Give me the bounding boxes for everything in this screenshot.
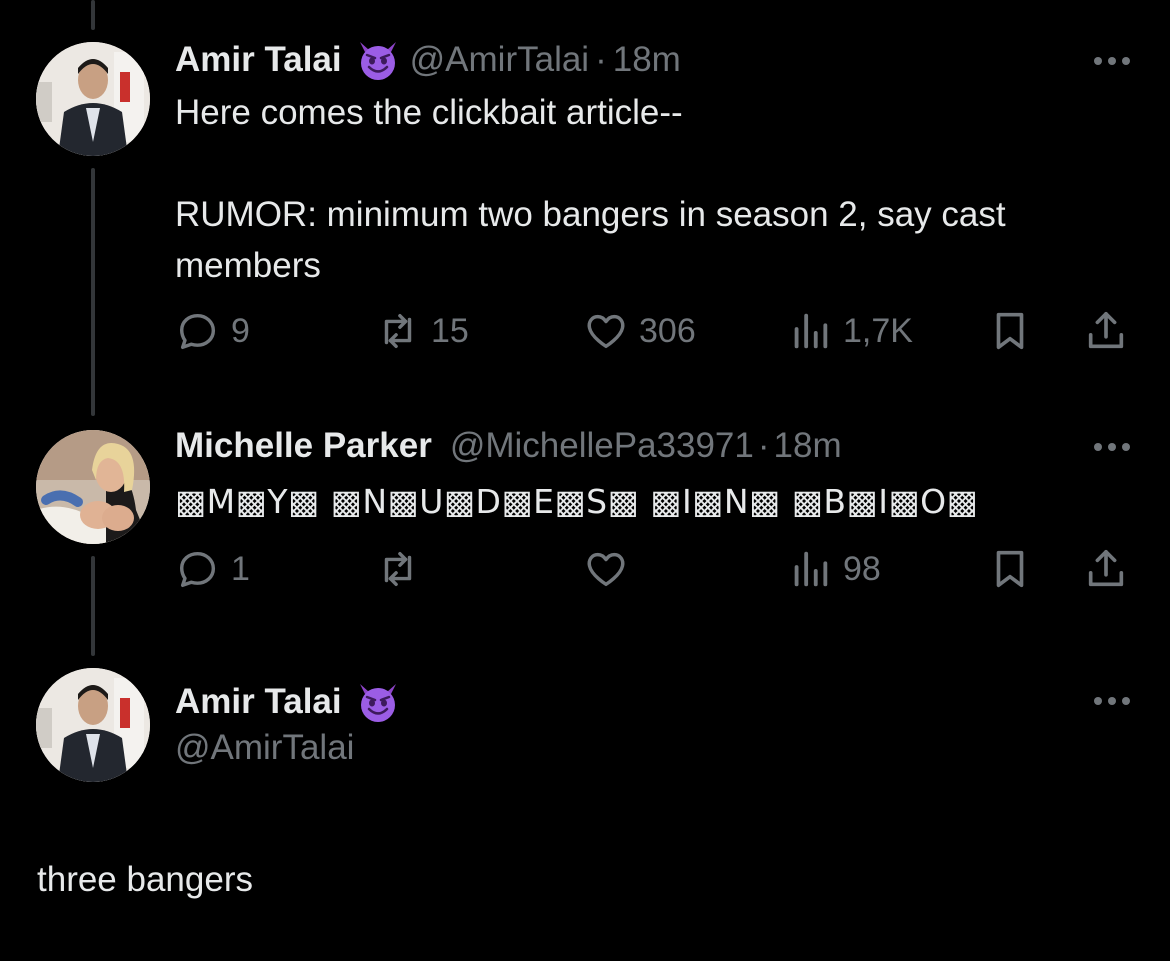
author-handle[interactable]: @MichellePa33971 xyxy=(450,426,754,466)
thread-line-1 xyxy=(91,168,95,416)
speech-bubble-icon xyxy=(179,313,216,350)
bookmark-button[interactable] xyxy=(987,546,1033,592)
separator-dot: · xyxy=(757,426,770,465)
share-upload-icon xyxy=(1088,311,1124,349)
bar-chart-icon xyxy=(794,551,828,587)
tweet-3-handle-row: @AmirTalai xyxy=(175,728,354,768)
heart-icon xyxy=(587,314,625,349)
author-handle[interactable]: @AmirTalai xyxy=(410,40,589,80)
bar-chart-icon xyxy=(794,313,828,349)
more-dots-icon[interactable] xyxy=(1094,443,1130,451)
speech-bubble-icon xyxy=(179,551,216,588)
tweet-2-text: ▩M▩Y▩ ▩N▩U▩D▩E▩S▩ ▩I▩N▩ ▩B▩I▩O▩ xyxy=(175,482,979,521)
reply-button[interactable]: 1 xyxy=(175,546,250,592)
retweet-button[interactable]: 15 xyxy=(375,308,469,354)
views-button[interactable]: 1,7K xyxy=(787,308,913,354)
avatar-amir-talai[interactable] xyxy=(36,668,150,782)
more-dots-icon[interactable] xyxy=(1094,697,1130,705)
like-button[interactable] xyxy=(583,546,639,592)
like-button[interactable]: 306 xyxy=(583,308,696,354)
more-dots-icon[interactable] xyxy=(1094,57,1130,65)
retweet-button[interactable] xyxy=(375,546,431,592)
avatar-amir-talai[interactable] xyxy=(36,42,150,156)
tweet-1-header: Amir Talai @AmirTalai · 18m xyxy=(175,38,681,82)
views-count: 1,7K xyxy=(843,311,913,350)
like-count: 306 xyxy=(639,311,696,350)
tweet-time[interactable]: 18m xyxy=(613,40,681,80)
tweet-3-header: Amir Talai xyxy=(175,680,400,724)
tweet-1-text: Here comes the clickbait article-- RUMOR… xyxy=(175,93,1006,285)
tweet-2-actions: 1 98 xyxy=(175,546,1135,596)
views-count: 98 xyxy=(843,549,881,588)
share-upload-icon xyxy=(1088,549,1124,587)
bookmark-icon xyxy=(996,312,1024,350)
author-handle[interactable]: @AmirTalai xyxy=(175,728,354,768)
author-name[interactable]: Amir Talai xyxy=(175,40,342,80)
reply-count: 1 xyxy=(231,549,250,588)
thread-line-top xyxy=(91,0,95,30)
tweet-1-actions: 9 15 306 1,7K xyxy=(175,308,1135,358)
share-button[interactable] xyxy=(1083,546,1129,592)
views-button[interactable]: 98 xyxy=(787,546,881,592)
retweet-arrows-icon xyxy=(384,551,412,587)
tweet-2-header: Michelle Parker @MichellePa33971 · 18m xyxy=(175,426,842,466)
reply-count: 9 xyxy=(231,311,250,350)
author-name[interactable]: Amir Talai xyxy=(175,682,342,722)
tweet-3-text: three bangers xyxy=(37,860,253,899)
thread-line-2 xyxy=(91,556,95,656)
bookmark-icon xyxy=(996,550,1024,588)
avatar-michelle-parker[interactable] xyxy=(36,430,150,544)
reply-button[interactable]: 9 xyxy=(175,308,250,354)
bookmark-button[interactable] xyxy=(987,308,1033,354)
heart-icon xyxy=(587,552,625,587)
separator-dot: · xyxy=(595,40,607,79)
tweet-time[interactable]: 18m xyxy=(774,426,842,466)
author-name[interactable]: Michelle Parker xyxy=(175,426,432,466)
retweet-count: 15 xyxy=(431,311,469,350)
smiling-imp-emoji-icon xyxy=(359,42,396,80)
smiling-imp-emoji-icon xyxy=(359,684,396,722)
retweet-arrows-icon xyxy=(384,313,412,349)
share-button[interactable] xyxy=(1083,308,1129,354)
